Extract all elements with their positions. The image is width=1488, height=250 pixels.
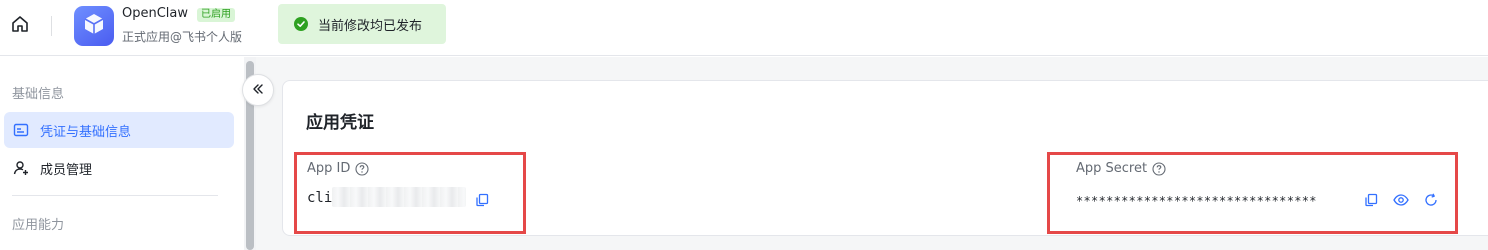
copy-icon[interactable] (474, 192, 490, 208)
add-member-icon (12, 159, 30, 177)
credentials-title: 应用凭证 (306, 113, 374, 133)
section-basic-info: 基础信息 (12, 87, 65, 102)
top-divider (51, 16, 52, 36)
home-icon (10, 14, 30, 38)
help-icon[interactable] (355, 161, 369, 176)
collapse-sidebar-button[interactable] (242, 74, 274, 106)
section-capability: 应用能力 (12, 218, 65, 233)
cube-icon (81, 11, 107, 41)
app-id-label: App ID (307, 161, 351, 176)
app-name: OpenClaw (122, 6, 189, 21)
app-logo (74, 6, 114, 46)
eye-icon[interactable] (1393, 192, 1409, 208)
sidebar-item-label: 凭证与基础信息 (40, 124, 132, 140)
app-id-label-row: App ID (307, 161, 369, 176)
home-button[interactable] (8, 14, 32, 38)
app-secret-value: ******************************** (1076, 194, 1317, 208)
refresh-icon[interactable] (1423, 192, 1439, 208)
help-icon[interactable] (1152, 161, 1166, 176)
sidebar-item-credentials[interactable]: 凭证与基础信息 (4, 112, 234, 148)
app-id-redacted (332, 187, 466, 207)
sidebar-divider (12, 195, 218, 196)
toast-message: 当前修改均已发布 (318, 18, 423, 34)
sidebar-item-members[interactable]: 成员管理 (4, 150, 234, 186)
sidebar: 基础信息 凭证与基础信息 成员管理 应用能力 (0, 57, 244, 250)
sidebar-item-label: 成员管理 (40, 162, 93, 178)
top-bar: OpenClaw 已启用 正式应用@飞书个人版 当前修改均已发布 (0, 0, 1488, 56)
app-secret-label: App Secret (1076, 161, 1148, 176)
app-secret-label-row: App Secret (1076, 161, 1166, 176)
copy-icon[interactable] (1363, 192, 1379, 208)
credential-icon (12, 121, 30, 139)
app-subtitle: 正式应用@飞书个人版 (122, 30, 243, 44)
publish-toast: 当前修改均已发布 (278, 4, 446, 44)
status-badge: 已启用 (197, 8, 235, 22)
check-circle-icon (294, 17, 308, 31)
double-chevron-left-icon (251, 81, 265, 100)
